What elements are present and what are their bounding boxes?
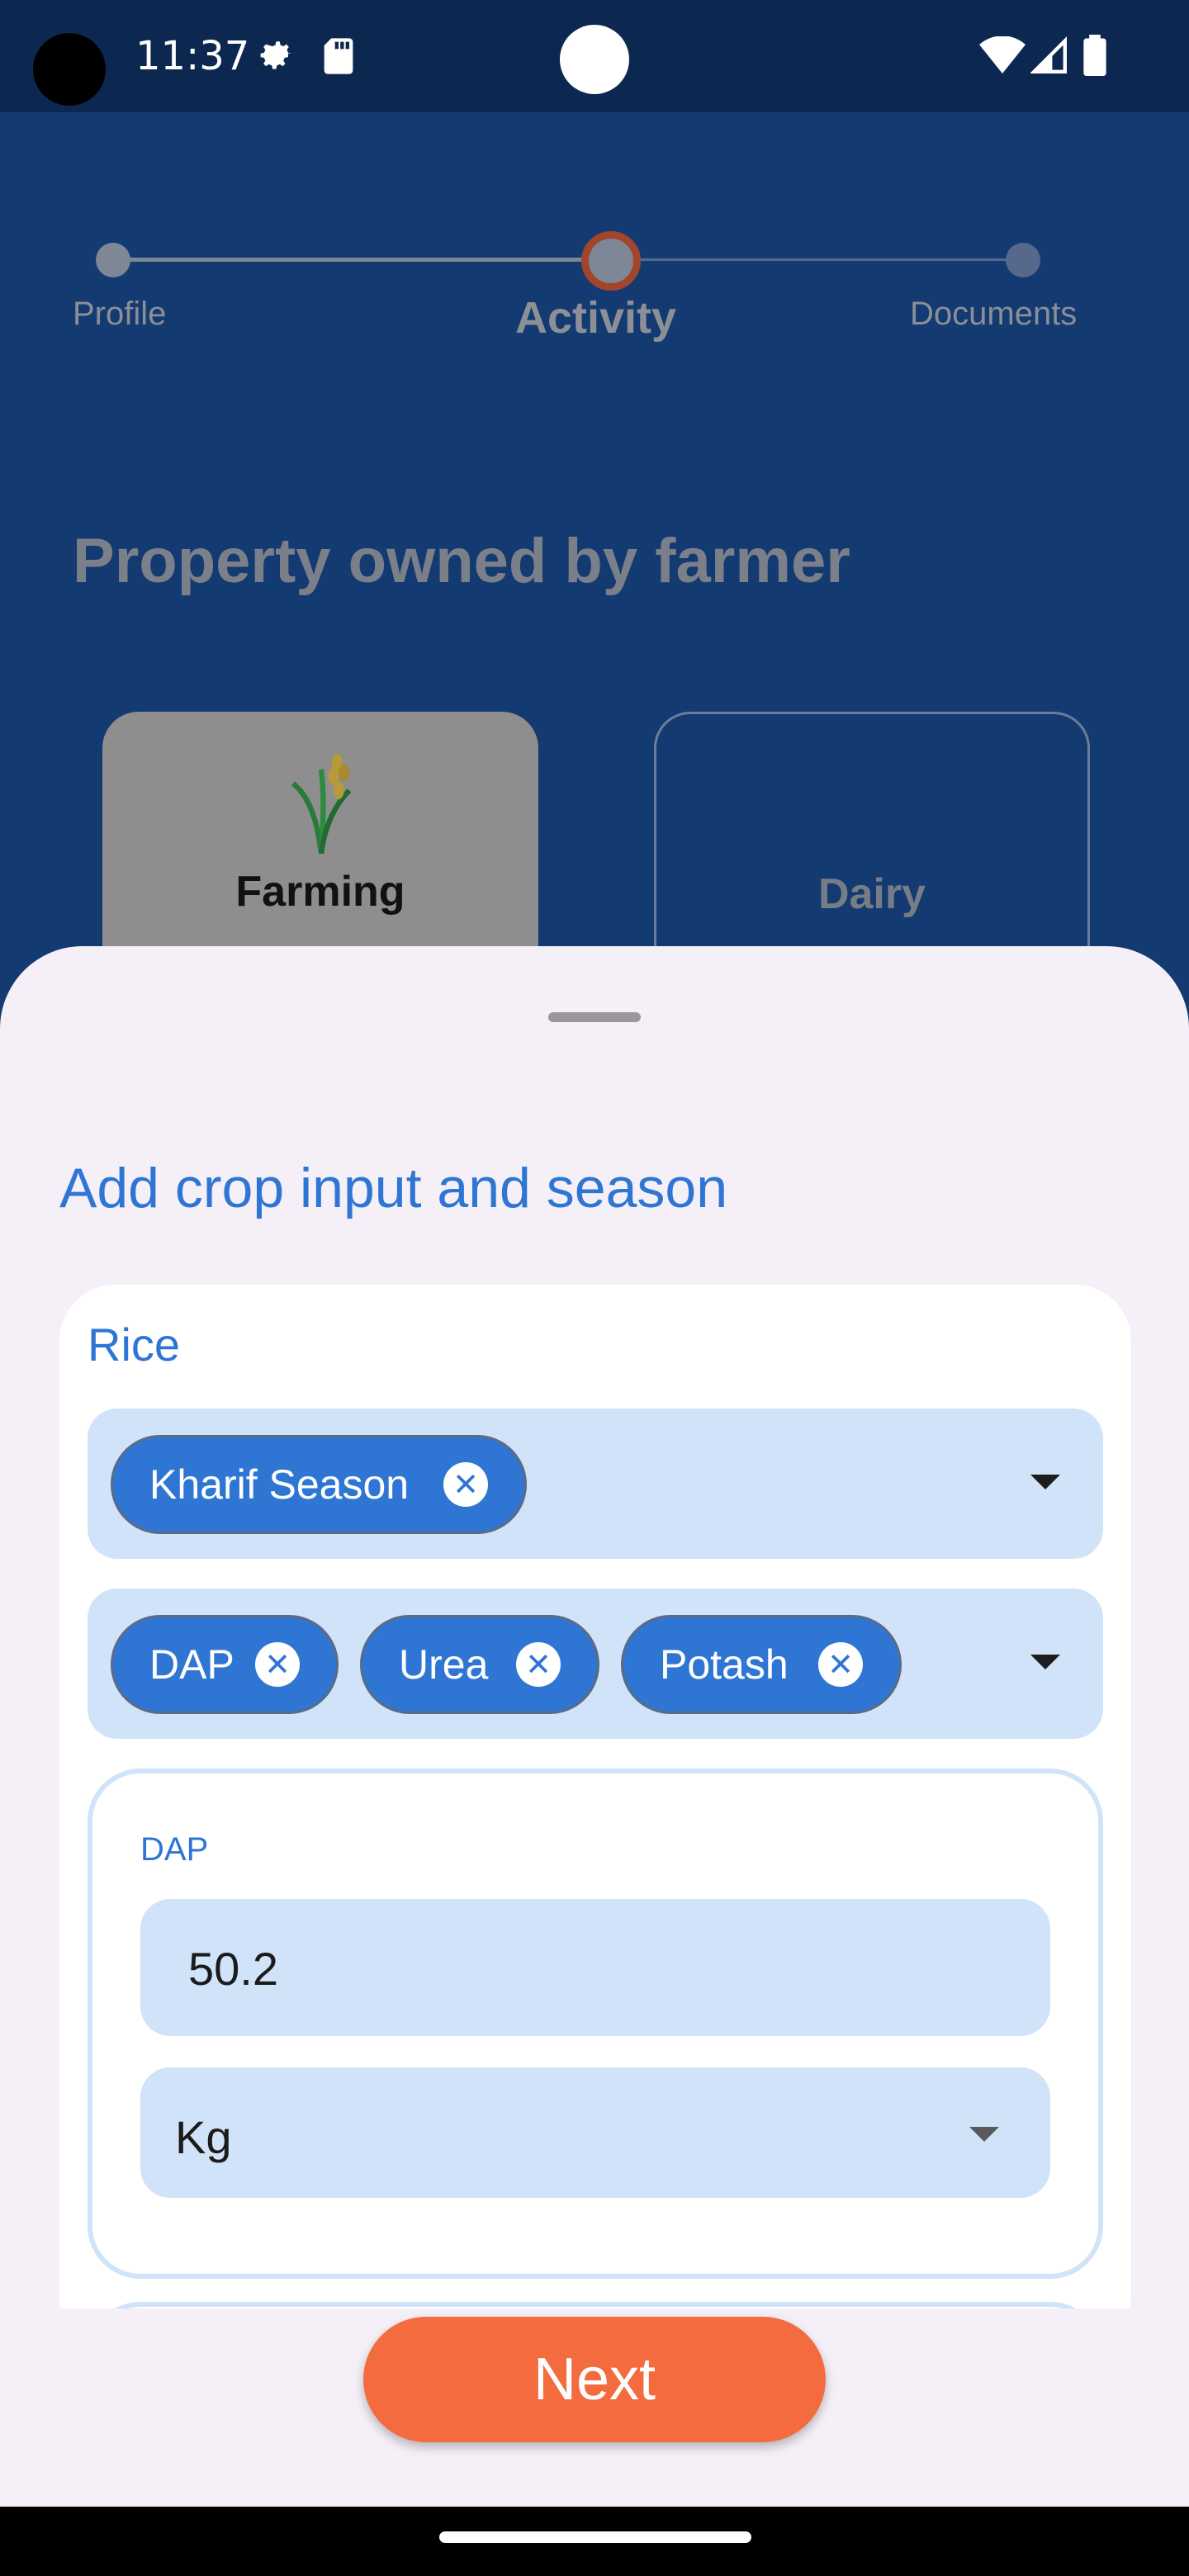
remove-chip-icon[interactable]: ✕ <box>443 1462 488 1507</box>
status-time: 11:37 <box>135 33 250 79</box>
sheet-title: Add crop input and season <box>59 1157 728 1219</box>
crop-card: Rice Kharif Season ✕ DAP ✕ Urea ✕ Potash… <box>59 1285 1131 2467</box>
battery-icon <box>1083 35 1106 80</box>
chip-label: Potash <box>660 1641 789 1688</box>
stepper-line-pending <box>611 258 1024 261</box>
remove-chip-icon[interactable]: ✕ <box>818 1642 863 1687</box>
input-detail-card: DAP 50.2 Kg <box>88 1769 1103 2279</box>
chip-label: DAP <box>149 1641 234 1688</box>
season-chip[interactable]: Kharif Season ✕ <box>111 1435 527 1534</box>
status-bar: 11:37 <box>0 0 1189 112</box>
quantity-input[interactable]: 50.2 <box>140 1899 1050 2036</box>
input-detail-label: DAP <box>140 1831 209 1868</box>
bottom-sheet: Add crop input and season Rice Kharif Se… <box>0 946 1189 2507</box>
next-button[interactable]: Next <box>363 2317 826 2442</box>
remove-chip-icon[interactable]: ✕ <box>255 1642 300 1687</box>
drag-handle[interactable] <box>548 1012 641 1022</box>
sd-card-icon <box>320 35 357 82</box>
category-label-dairy: Dairy <box>817 870 926 918</box>
stepper-line-done <box>112 258 611 262</box>
home-indicator[interactable] <box>439 2531 751 2543</box>
chip-label: Urea <box>399 1641 489 1688</box>
step-dot-documents[interactable] <box>1006 243 1040 277</box>
chip-label: Kharif Season <box>149 1461 410 1508</box>
wheat-icon <box>286 745 357 858</box>
input-select[interactable]: DAP ✕ Urea ✕ Potash ✕ <box>88 1589 1103 1739</box>
step-label-profile: Profile <box>73 296 167 332</box>
wifi-icon <box>979 36 1026 80</box>
crop-name: Rice <box>88 1319 181 1371</box>
front-camera <box>560 25 629 94</box>
input-chip-urea[interactable]: Urea ✕ <box>360 1615 599 1714</box>
navigation-bar <box>0 2507 1189 2576</box>
chevron-down-icon[interactable] <box>1030 1655 1060 1669</box>
chevron-down-icon[interactable] <box>969 2127 999 2142</box>
unit-select[interactable]: Kg <box>140 2067 1050 2198</box>
chevron-down-icon[interactable] <box>1030 1475 1060 1489</box>
section-title: Property owned by farmer <box>73 526 850 596</box>
season-select[interactable]: Kharif Season ✕ <box>88 1409 1103 1559</box>
category-label-farming: Farming <box>235 868 405 916</box>
step-dot-profile[interactable] <box>96 243 130 277</box>
input-chip-potash[interactable]: Potash ✕ <box>621 1615 902 1714</box>
step-dot-activity[interactable] <box>581 231 641 291</box>
unit-value: Kg <box>175 2111 232 2163</box>
settings-icon <box>254 35 297 82</box>
camera-cutout <box>33 33 106 106</box>
quantity-value: 50.2 <box>188 1943 278 1995</box>
step-label-documents: Documents <box>910 296 1078 332</box>
remove-chip-icon[interactable]: ✕ <box>516 1642 561 1687</box>
signal-icon <box>1030 36 1067 78</box>
input-chip-dap[interactable]: DAP ✕ <box>111 1615 339 1714</box>
step-label-activity: Activity <box>515 293 677 343</box>
